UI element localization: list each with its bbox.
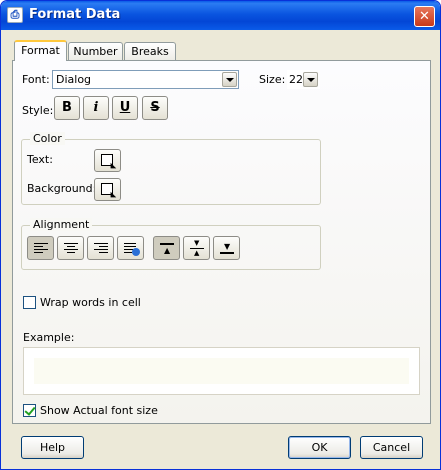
font-label: Font: bbox=[22, 73, 50, 86]
tab-number[interactable]: Number bbox=[68, 42, 123, 61]
cancel-button[interactable]: Cancel bbox=[360, 436, 423, 459]
font-select[interactable]: Dialog bbox=[52, 70, 239, 89]
help-button-label: Help bbox=[39, 441, 66, 454]
wrap-words-label[interactable]: Wrap words in cell bbox=[40, 296, 141, 309]
tab-breaks[interactable]: Breaks bbox=[124, 42, 176, 61]
strikethrough-glyph: S bbox=[150, 100, 160, 115]
text-color-button[interactable] bbox=[94, 149, 121, 172]
background-color-label: Background: bbox=[27, 182, 97, 195]
valign-top-icon bbox=[160, 243, 174, 245]
align-center-button[interactable] bbox=[57, 236, 84, 260]
underline-button[interactable]: U bbox=[112, 96, 138, 120]
arrow-down-icon: ▼ bbox=[224, 242, 231, 251]
example-preview-cell bbox=[34, 358, 409, 384]
align-left-icon bbox=[34, 243, 48, 255]
valign-bottom-button[interactable]: ▼ bbox=[213, 236, 240, 260]
title-bar: ⎙ Format Data ✕ bbox=[1, 1, 440, 30]
color-swatch-icon bbox=[101, 154, 113, 166]
size-select-value: 22 bbox=[289, 73, 303, 86]
alignment-group: Alignment ▲ ▼ ▲ ▼ bbox=[21, 218, 321, 270]
chevron-down-icon[interactable] bbox=[222, 72, 237, 87]
size-label: Size: bbox=[259, 73, 286, 86]
chevron-down-icon[interactable] bbox=[303, 72, 318, 87]
size-select[interactable]: 22 bbox=[287, 70, 320, 89]
font-select-value: Dialog bbox=[56, 73, 92, 86]
app-icon: ⎙ bbox=[7, 7, 23, 23]
valign-middle-button[interactable]: ▼ ▲ bbox=[183, 236, 210, 260]
italic-button[interactable]: i bbox=[83, 96, 109, 120]
bold-glyph: B bbox=[62, 100, 72, 115]
close-button[interactable]: ✕ bbox=[414, 6, 435, 27]
text-color-label: Text: bbox=[27, 153, 53, 166]
valign-top-button[interactable]: ▲ bbox=[153, 236, 180, 260]
align-right-icon bbox=[94, 243, 108, 255]
color-group-title: Color bbox=[30, 132, 65, 145]
ok-button-label: OK bbox=[311, 441, 328, 454]
bold-button[interactable]: B bbox=[54, 96, 80, 120]
align-center-icon bbox=[64, 243, 78, 255]
tab-number-label: Number bbox=[73, 45, 118, 58]
ok-button[interactable]: OK bbox=[288, 436, 351, 459]
alignment-group-title: Alignment bbox=[30, 218, 93, 231]
style-label: Style: bbox=[22, 104, 54, 117]
format-data-dialog: ⎙ Format Data ✕ Format Number Breaks Fon… bbox=[0, 0, 441, 470]
align-default-button[interactable] bbox=[117, 236, 144, 260]
underline-glyph: U bbox=[119, 100, 131, 115]
color-swatch-icon bbox=[101, 183, 113, 195]
format-tab-panel: Font: Dialog Size: 22 Style: B i U S Col… bbox=[12, 60, 431, 424]
valign-bottom-icon bbox=[220, 252, 234, 254]
globe-icon bbox=[132, 248, 140, 256]
align-left-button[interactable] bbox=[27, 236, 54, 260]
align-right-button[interactable] bbox=[87, 236, 114, 260]
wrap-words-checkbox[interactable] bbox=[23, 296, 36, 309]
example-label: Example: bbox=[23, 331, 75, 344]
italic-glyph: i bbox=[93, 100, 99, 115]
background-color-button[interactable] bbox=[94, 178, 121, 201]
tab-format[interactable]: Format bbox=[14, 40, 67, 61]
tab-breaks-label: Breaks bbox=[131, 45, 169, 58]
show-actual-font-size-label[interactable]: Show Actual font size bbox=[40, 404, 158, 417]
arrow-down-icon: ▼ bbox=[194, 239, 200, 247]
color-group: Color Text: Background: bbox=[21, 132, 321, 205]
show-actual-font-size-checkbox[interactable] bbox=[23, 404, 36, 417]
cancel-button-label: Cancel bbox=[372, 441, 411, 454]
tab-format-label: Format bbox=[21, 44, 60, 57]
strikethrough-button[interactable]: S bbox=[142, 96, 168, 120]
help-button[interactable]: Help bbox=[21, 436, 84, 459]
arrow-up-icon: ▲ bbox=[164, 246, 171, 255]
example-preview bbox=[23, 347, 420, 395]
arrow-up-icon: ▲ bbox=[194, 249, 200, 257]
window-title: Format Data bbox=[29, 7, 121, 22]
